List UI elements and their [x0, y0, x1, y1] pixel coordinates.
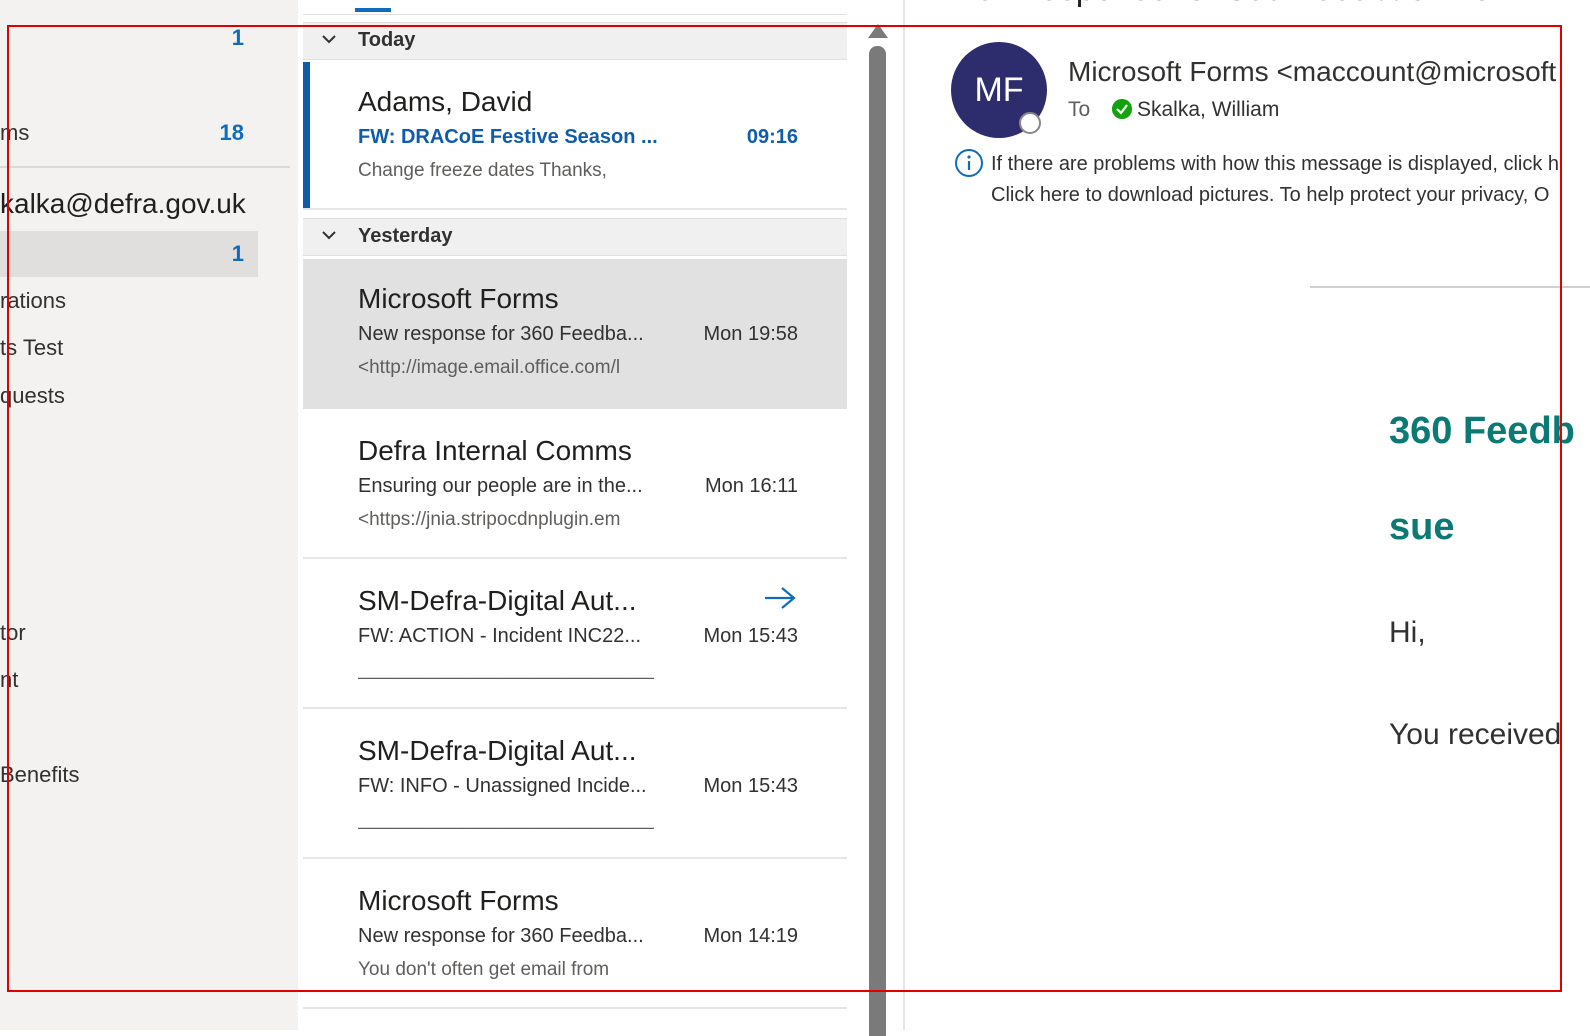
- message-subject: New response for 360 Feedba...: [358, 925, 644, 947]
- folder-label: quests: [0, 383, 65, 408]
- body-heading: 360 Feedb: [1389, 410, 1575, 452]
- group-label: Yesterday: [358, 225, 453, 247]
- message-preview: <http://image.email.office.com/l: [358, 357, 621, 378]
- message-item[interactable]: SM-Defra-Digital Aut... FW: INFO - Unass…: [303, 711, 847, 859]
- message-preview: ______________________________: [358, 659, 654, 680]
- message-subject: New response for 360 Feedba...: [358, 323, 644, 345]
- message-time: Mon 15:43: [703, 625, 798, 647]
- message-preview: ______________________________: [358, 809, 654, 830]
- message-time: Mon 14:19: [703, 925, 798, 947]
- message-time: Mon 16:11: [704, 475, 798, 497]
- forward-arrow-icon: [765, 587, 796, 609]
- group-header-yesterday[interactable]: Yesterday: [303, 218, 847, 256]
- folder-divider: [0, 166, 290, 168]
- message-sender: Defra Internal Comms: [358, 435, 632, 466]
- message-sender: SM-Defra-Digital Aut...: [358, 735, 637, 766]
- message-time: Mon 15:43: [703, 775, 798, 797]
- chevron-down-icon[interactable]: [319, 225, 339, 245]
- reading-pane: New response for 360 Feedback Form MF Mi…: [905, 0, 1590, 1030]
- recipient-name[interactable]: Skalka, William: [1137, 98, 1279, 122]
- body-greeting: Hi,: [1389, 616, 1426, 649]
- folder-item[interactable]: 1: [0, 15, 258, 61]
- folder-item-inbox[interactable]: 1: [0, 231, 258, 277]
- folder-item[interactable]: ts Test: [0, 325, 258, 371]
- folder-item[interactable]: Benefits: [0, 752, 258, 798]
- message-sender: Microsoft Forms: [358, 283, 559, 314]
- download-pictures-notice[interactable]: Click here to download pictures. To help…: [991, 184, 1549, 207]
- folder-item[interactable]: nt: [0, 657, 258, 703]
- message-subject: FW: DRACoE Festive Season ...: [358, 126, 658, 148]
- unread-count: 1: [231, 241, 244, 266]
- message-preview: You don't often get email from: [358, 959, 610, 980]
- account-name[interactable]: kalka@defra.gov.uk: [0, 188, 246, 220]
- unread-count: 1: [231, 25, 244, 50]
- message-time: 09:16: [746, 126, 798, 148]
- message-item-selected[interactable]: Microsoft Forms New response for 360 Fee…: [303, 259, 847, 409]
- focused-tab-indicator: [355, 8, 391, 12]
- scrollbar-thumb[interactable]: [869, 46, 886, 1036]
- group-header-today[interactable]: Today: [303, 22, 847, 60]
- body-divider: [1310, 286, 1590, 288]
- message-item[interactable]: SM-Defra-Digital Aut... FW: ACTION - Inc…: [303, 561, 847, 709]
- folder-label: rations: [0, 288, 67, 313]
- chevron-down-icon[interactable]: [319, 29, 339, 49]
- message-item[interactable]: Microsoft Forms New response for 360 Fee…: [303, 861, 847, 1009]
- unread-count: 18: [219, 120, 244, 145]
- message-item[interactable]: Defra Internal Comms Ensuring our people…: [303, 411, 847, 559]
- folder-item[interactable]: quests: [0, 373, 258, 419]
- folder-pane: 1 ms 18 kalka@defra.gov.uk 1 rations ts …: [0, 0, 298, 1030]
- message-preview: <https://jnia.stripocdnplugin.em: [358, 509, 621, 530]
- folder-item[interactable]: tor: [0, 610, 258, 656]
- email-subject: New response for 360 Feedback Form: [951, 0, 1531, 9]
- folder-label: ts Test: [0, 335, 64, 360]
- presence-icon: [1019, 112, 1041, 134]
- folder-label: nt: [0, 667, 19, 692]
- message-subject: Ensuring our people are in the...: [358, 475, 643, 497]
- message-list: Today Adams, David FW: DRACoE Festive Se…: [303, 0, 847, 1030]
- message-sender: Adams, David: [358, 86, 533, 117]
- message-subject: FW: INFO - Unassigned Incide...: [358, 775, 647, 797]
- message-item[interactable]: Adams, David FW: DRACoE Festive Season .…: [303, 62, 847, 210]
- folder-item[interactable]: rations: [0, 278, 258, 324]
- list-divider: [303, 14, 847, 15]
- scroll-up-arrow-icon[interactable]: [868, 24, 888, 38]
- info-icon: [955, 149, 983, 177]
- folder-label: tor: [0, 620, 26, 645]
- presence-available-icon: [1112, 99, 1132, 119]
- display-problem-notice[interactable]: If there are problems with how this mess…: [991, 153, 1559, 176]
- to-label: To: [1068, 98, 1091, 121]
- message-preview: Change freeze dates Thanks,: [358, 160, 607, 181]
- message-sender: SM-Defra-Digital Aut...: [358, 585, 637, 616]
- message-sender: Microsoft Forms: [358, 885, 559, 916]
- folder-item[interactable]: ms 18: [0, 110, 258, 156]
- body-text: You received: [1389, 718, 1562, 751]
- message-time: Mon 19:58: [703, 323, 798, 345]
- email-from[interactable]: Microsoft Forms <maccount@microsoft: [1068, 56, 1556, 88]
- body-form-name: sue: [1389, 506, 1455, 548]
- message-subject: FW: ACTION - Incident INC22...: [358, 625, 642, 647]
- folder-label: Benefits: [0, 762, 80, 787]
- group-label: Today: [358, 29, 416, 51]
